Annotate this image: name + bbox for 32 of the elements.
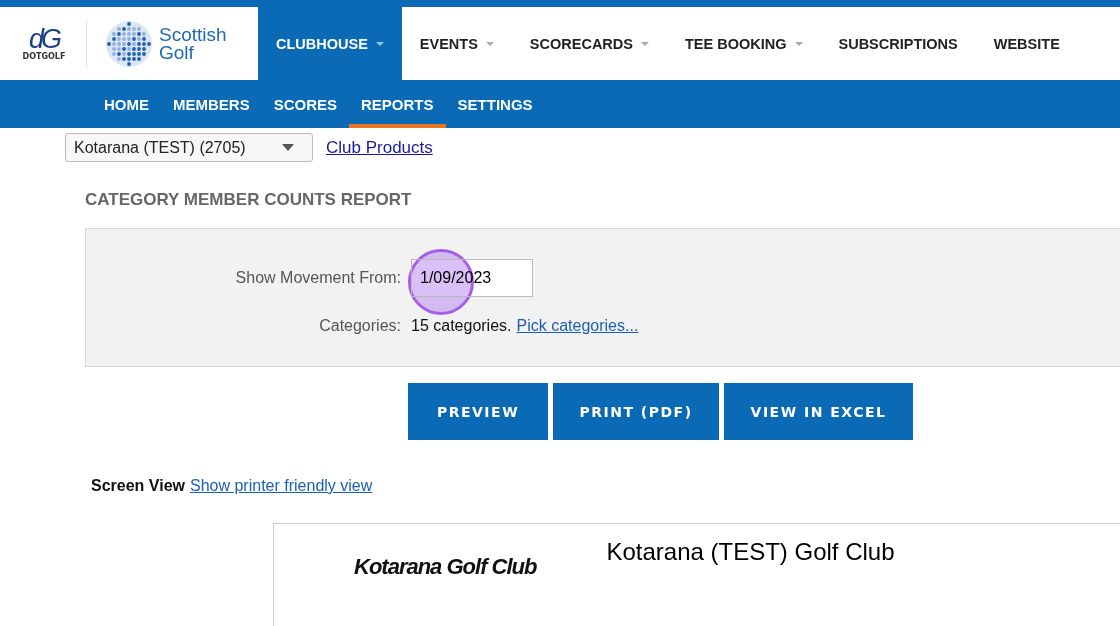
club-name: Kotarana (TEST) Golf Club (606, 538, 895, 566)
golf-ball-icon (105, 19, 153, 68)
nav-tab[interactable]: WEBSITE (975, 7, 1078, 80)
dotgolf-logo-mark: dG (29, 26, 59, 52)
view-label: Screen View (91, 477, 185, 495)
dotgolf-logo-label: DOTGOLF (22, 52, 66, 61)
nav-tab[interactable]: CLUBHOUSE (258, 7, 402, 80)
scottish-golf-logo-text: Golf (159, 43, 195, 62)
club-dropdown[interactable]: Kotarana (TEST) (2705) (65, 133, 313, 162)
field-label: Show Movement From: (234, 269, 402, 287)
nav-tab[interactable]: SCORECARDS (511, 7, 667, 80)
date-field[interactable]: 1/09/2023 (411, 259, 533, 297)
pick-categories-link[interactable]: Pick categories... (516, 317, 639, 335)
nav-tab[interactable]: EVENTS (401, 7, 512, 80)
categories-count: 15 categories. (411, 317, 512, 335)
subnav-tab[interactable]: SCORES (261, 80, 350, 128)
printer-friendly-link[interactable]: Show printer friendly view (190, 477, 373, 495)
action-button[interactable]: PREVIEW (408, 383, 548, 440)
subnav-tab[interactable]: SETTINGS (445, 80, 545, 128)
club-products-link[interactable]: Club Products (326, 137, 433, 158)
subnav-tab[interactable]: HOME (92, 80, 161, 128)
nav-tab[interactable]: TEE BOOKING (667, 7, 821, 80)
scottish-golf-logo-text: Scottish (159, 25, 227, 44)
caret-icon (282, 144, 294, 151)
club-logo: Kotarana Golf Club (354, 554, 537, 580)
nav-tab[interactable]: SUBSCRIPTIONS (820, 7, 976, 80)
action-button[interactable]: VIEW IN EXCEL (724, 383, 913, 440)
field-label: Categories: (318, 317, 402, 335)
report-title: CATEGORY MEMBER COUNTS REPORT (85, 190, 413, 211)
subnav-tab[interactable]: MEMBERS (161, 80, 262, 128)
subnav-tab[interactable]: REPORTS (349, 80, 446, 128)
action-button[interactable]: PRINT (PDF) (553, 383, 719, 440)
